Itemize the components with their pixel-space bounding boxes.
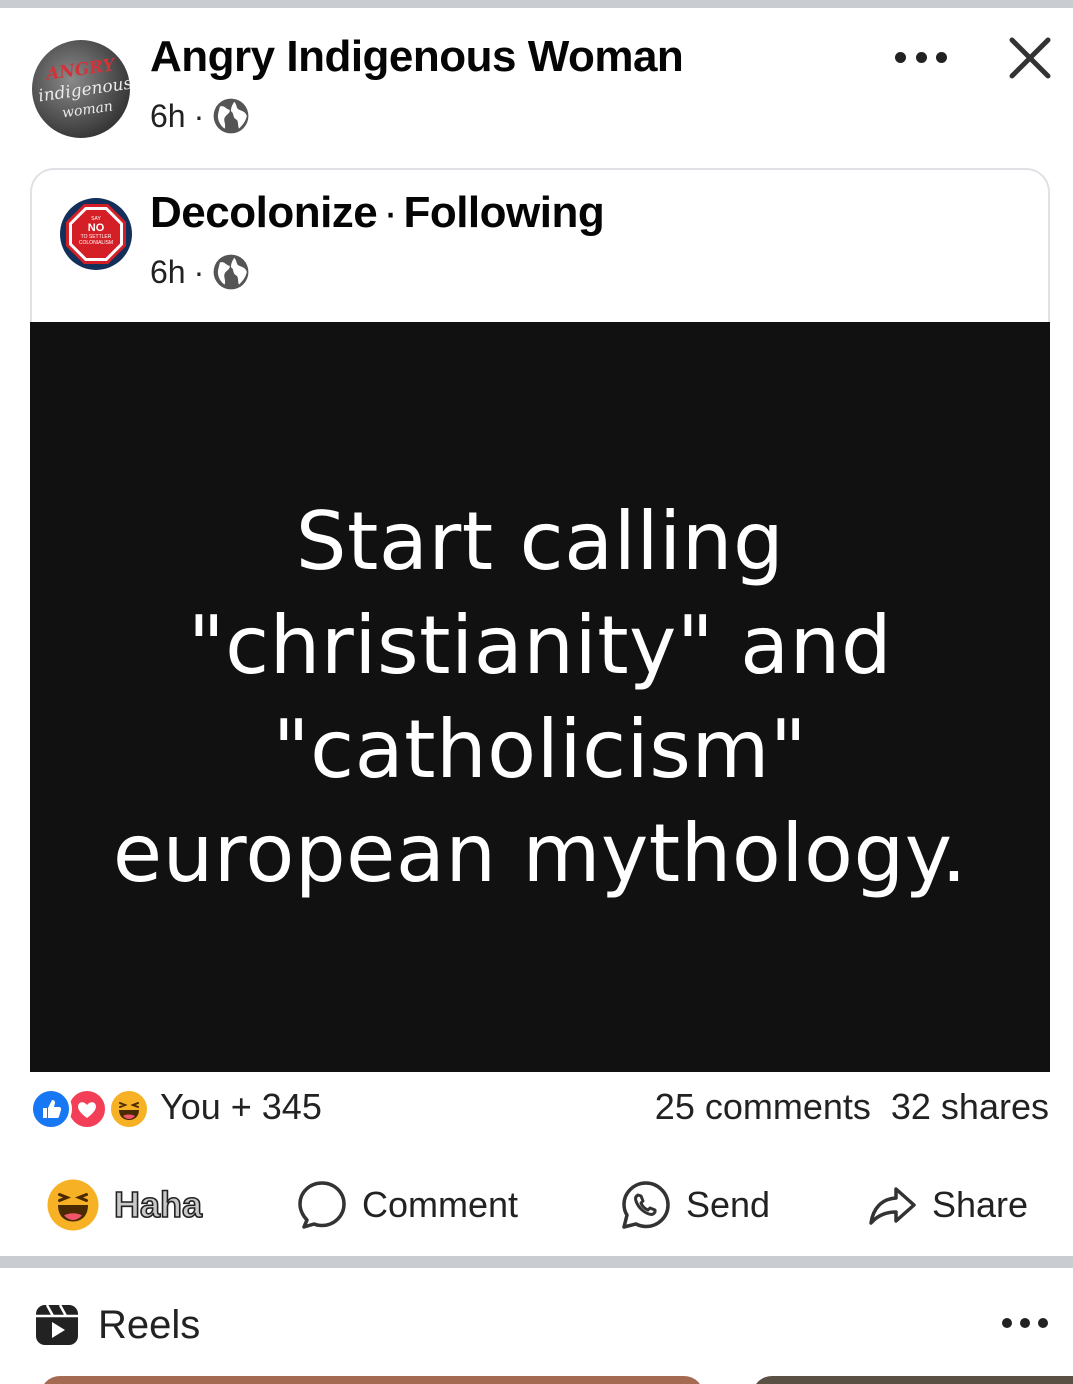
- engagement-counts: 25 comments 32 shares: [655, 1086, 1049, 1128]
- quote-line: "christianity" and: [187, 599, 893, 692]
- quote-line: Start calling: [295, 495, 785, 588]
- reels-icon: [36, 1304, 78, 1345]
- send-button[interactable]: Send: [620, 1170, 770, 1240]
- post-time[interactable]: 6h: [150, 98, 186, 135]
- reels-header[interactable]: Reels: [34, 1300, 200, 1350]
- globe-icon: [213, 254, 249, 290]
- reaction-icons[interactable]: [30, 1088, 154, 1132]
- page-name[interactable]: Decolonize: [150, 188, 378, 237]
- quote-line: "catholicism": [272, 703, 808, 796]
- meta-separator: ·: [193, 97, 205, 134]
- reel-thumbnail[interactable]: [752, 1376, 1073, 1384]
- comments-count[interactable]: 25 comments: [655, 1086, 871, 1127]
- author-name[interactable]: Angry Indigenous Woman: [150, 32, 684, 82]
- reels-label: Reels: [98, 1302, 201, 1347]
- reactors-count[interactable]: You + 345: [160, 1086, 322, 1128]
- comment-button[interactable]: Comment: [296, 1170, 518, 1240]
- follow-status[interactable]: Following: [403, 188, 604, 237]
- haha-reaction-icon: [108, 1088, 150, 1130]
- love-reaction-icon: [66, 1088, 108, 1130]
- shared-post-meta: 6h ·: [150, 252, 250, 292]
- post-meta: 6h ·: [150, 96, 250, 136]
- image-quote-text: Start calling "christianity" and "cathol…: [30, 490, 1050, 906]
- like-reaction-icon: [30, 1088, 72, 1130]
- close-icon[interactable]: [1006, 34, 1054, 82]
- comment-bubble-icon: [298, 1181, 346, 1229]
- share-button[interactable]: Share: [866, 1170, 1028, 1240]
- shares-count[interactable]: 32 shares: [891, 1086, 1049, 1127]
- action-bar: Haha Comment Send Share: [0, 1170, 1073, 1240]
- share-label: Share: [932, 1184, 1029, 1225]
- haha-emoji-icon: [47, 1179, 99, 1231]
- section-divider: [0, 1256, 1073, 1268]
- react-button[interactable]: Haha: [46, 1170, 203, 1240]
- avatar-text-line: NO: [87, 222, 105, 234]
- author-avatar[interactable]: ANGRY indigenous woman: [32, 40, 130, 138]
- reel-thumbnail[interactable]: [40, 1376, 704, 1384]
- avatar-text-line: COLONIALISM: [78, 240, 114, 246]
- meta-separator: ·: [193, 253, 205, 290]
- page-separator: ·: [383, 188, 398, 237]
- react-label: Haha: [113, 1183, 203, 1226]
- shared-page-header: Decolonize · Following: [150, 188, 605, 238]
- whatsapp-icon: [622, 1181, 670, 1229]
- send-label: Send: [686, 1184, 771, 1225]
- reels-more-icon[interactable]: [1002, 1316, 1048, 1330]
- more-options-icon[interactable]: [895, 40, 947, 74]
- shared-post-time[interactable]: 6h: [150, 254, 186, 291]
- globe-icon: [213, 98, 249, 134]
- page-avatar[interactable]: SAY NO TO SETTLER COLONIALISM: [60, 198, 132, 270]
- comment-label: Comment: [362, 1184, 519, 1225]
- share-arrow-icon: [869, 1187, 916, 1225]
- top-separator: [0, 0, 1073, 8]
- quote-line: european mythology.: [112, 807, 968, 900]
